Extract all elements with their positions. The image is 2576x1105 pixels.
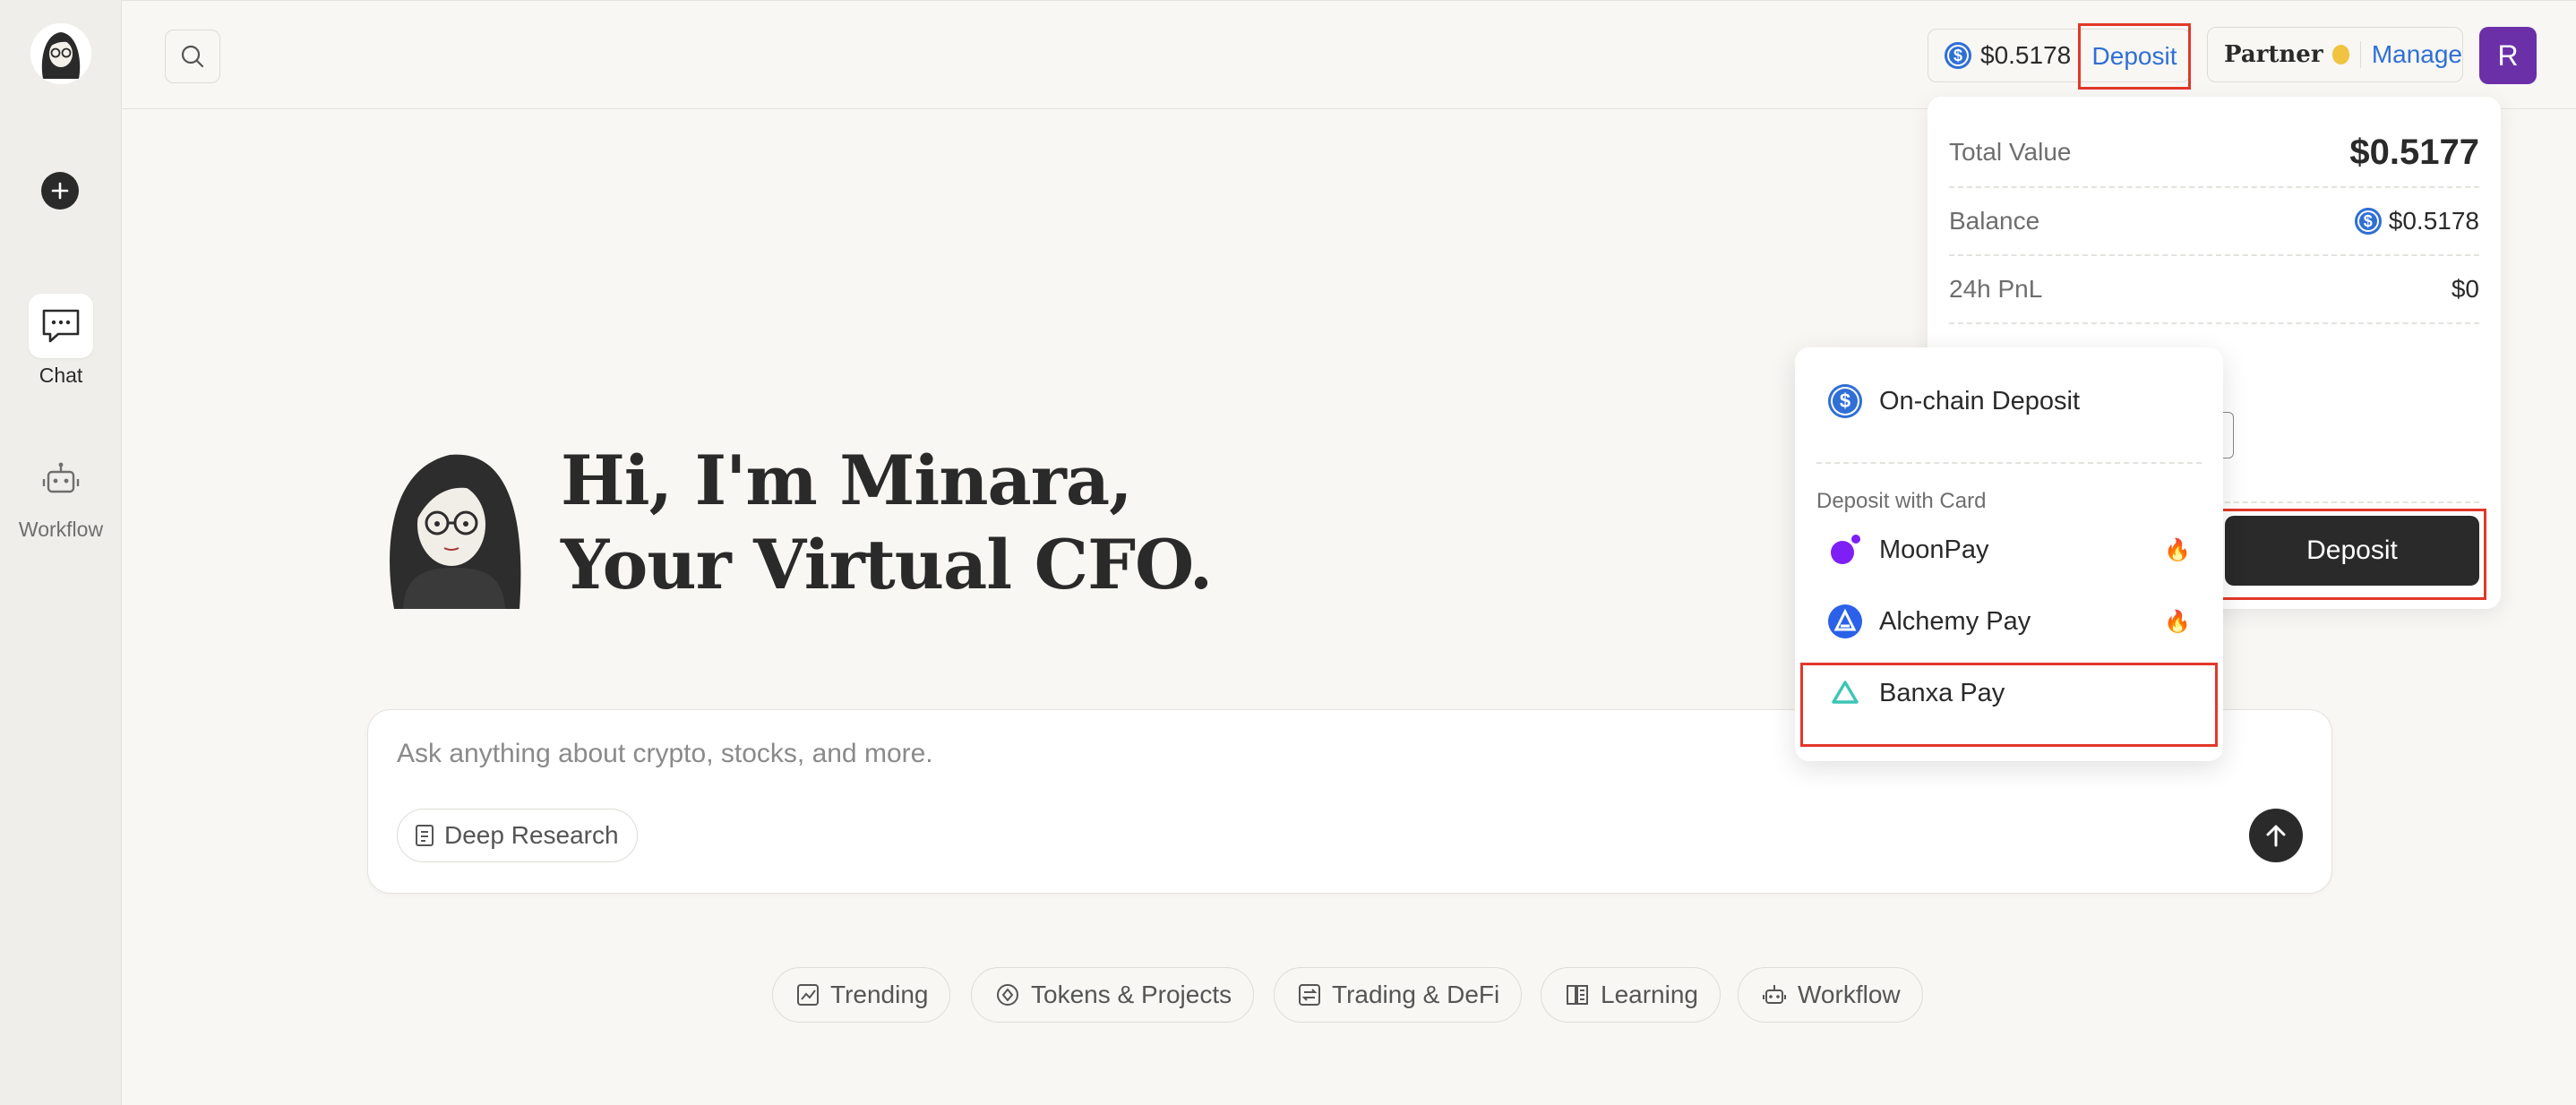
hero-title: Hi, I'm Minara, Your Virtual CFO. (561, 439, 1213, 607)
usdc-coin-icon: $ (1827, 383, 1863, 419)
chip-trading-defi[interactable]: Trading & DeFi (1274, 967, 1523, 1023)
robot-icon (42, 462, 80, 493)
chip-label: Tokens & Projects (1031, 981, 1232, 1008)
moonpay-icon (1827, 532, 1863, 568)
chip-label: Trending (830, 981, 929, 1008)
manage-link[interactable]: Manage (2372, 40, 2462, 69)
wallet-deposit-button[interactable]: Deposit (2225, 516, 2479, 586)
partner-label: Partner (2224, 41, 2323, 68)
divider (1816, 462, 2202, 464)
usdc-coin-icon: $ (2354, 208, 2382, 235)
chat-bubble-icon (42, 309, 80, 343)
total-value-row: Total Value $0.5177 (1949, 118, 2479, 188)
banxa-highlight-box (1800, 663, 2218, 747)
hero-line-2: Your Virtual CFO. (561, 525, 1213, 604)
balance-label: Balance (1949, 207, 2040, 235)
plus-icon (51, 182, 69, 200)
pnl-label: 24h PnL (1949, 275, 2043, 303)
total-value-label: Total Value (1949, 138, 2072, 166)
hero-line-1: Hi, I'm Minara, (561, 441, 1133, 520)
chat-input[interactable] (397, 732, 1830, 776)
robot-icon (1763, 985, 1786, 1004)
user-avatar[interactable]: R (2479, 27, 2537, 84)
partner-badge-icon (2331, 45, 2349, 64)
minara-portrait (378, 442, 530, 609)
sidebar-item-label: Chat (39, 364, 83, 387)
alchemy-pay-item[interactable]: Alchemy Pay 🔥 (1827, 604, 2191, 639)
search-button[interactable] (165, 30, 220, 83)
search-icon (181, 45, 204, 68)
chip-workflow[interactable]: Workflow (1738, 967, 1923, 1023)
deposit-card-section-title: Deposit with Card (1816, 489, 1987, 513)
pnl-row: 24h PnL $0 (1949, 256, 2479, 324)
arrow-up-icon (2266, 825, 2286, 847)
document-icon (416, 825, 434, 846)
deep-research-label: Deep Research (444, 821, 619, 849)
pnl-value: $0 (2451, 275, 2479, 303)
send-button[interactable] (2249, 809, 2303, 862)
total-value: $0.5177 (2349, 132, 2479, 172)
usdc-coin-icon: $ (1945, 42, 1971, 69)
moonpay-item[interactable]: MoonPay 🔥 (1827, 532, 2191, 568)
sidebar-item-workflow[interactable]: Workflow (0, 448, 122, 542)
token-icon (997, 984, 1018, 1006)
new-chat-button[interactable] (41, 172, 79, 210)
sidebar: Chat Workflow (0, 0, 122, 1105)
trending-icon (797, 984, 819, 1006)
moonpay-label: MoonPay (1879, 535, 1989, 564)
sidebar-item-label: Workflow (18, 518, 104, 541)
fire-icon: 🔥 (2164, 609, 2191, 634)
chip-tokens-projects[interactable]: Tokens & Projects (971, 967, 1255, 1023)
divider (2359, 41, 2361, 68)
onchain-deposit-item[interactable]: $ On-chain Deposit (1827, 383, 2080, 419)
balance-row: Balance $ $0.5178 (1949, 188, 2479, 256)
alchemy-pay-icon (1827, 604, 1863, 639)
chip-label: Trading & DeFi (1332, 981, 1500, 1008)
fire-icon: 🔥 (2164, 537, 2191, 562)
partner-pill[interactable]: Partner Manage (2207, 27, 2463, 82)
deep-research-button[interactable]: Deep Research (397, 809, 638, 862)
app-logo-avatar[interactable] (30, 23, 91, 84)
chip-label: Learning (1601, 981, 1698, 1008)
trading-icon (1299, 984, 1320, 1006)
sidebar-item-chat[interactable]: Chat (0, 294, 122, 388)
chip-label: Workflow (1798, 981, 1901, 1008)
header-balance: $0.5178 (1980, 41, 2072, 69)
chip-trending[interactable]: Trending (772, 967, 951, 1023)
header-deposit-button[interactable]: Deposit (2078, 23, 2191, 90)
balance-value-group: $ $0.5178 (2354, 207, 2479, 236)
chip-learning[interactable]: Learning (1541, 967, 1721, 1023)
book-icon (1567, 985, 1588, 1005)
balance-value: $0.5178 (2388, 207, 2479, 235)
alchemy-pay-label: Alchemy Pay (1879, 606, 2031, 636)
onchain-deposit-label: On-chain Deposit (1879, 386, 2081, 415)
